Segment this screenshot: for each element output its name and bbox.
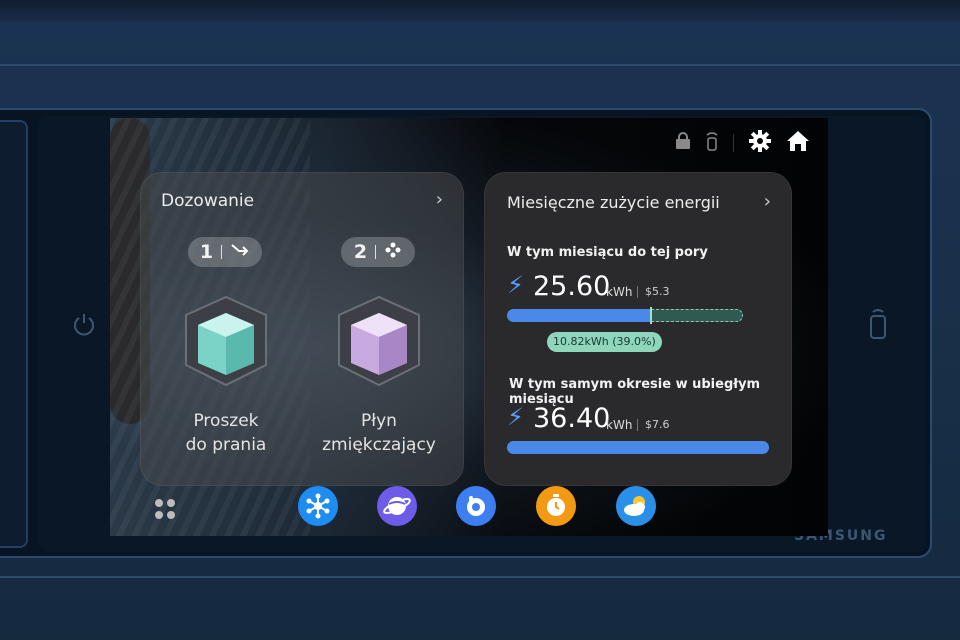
current-energy-unit: kWh bbox=[606, 285, 633, 299]
detergent-cube-icon[interactable] bbox=[178, 293, 274, 389]
bixby-icon[interactable] bbox=[456, 486, 496, 526]
appliance-top-edge bbox=[0, 0, 960, 23]
dosing-card-title: Dozowanie bbox=[161, 191, 255, 211]
weather-icon[interactable] bbox=[616, 486, 656, 526]
remaining-usage-segment bbox=[651, 309, 743, 322]
previous-usage-bar bbox=[507, 441, 769, 454]
status-bar bbox=[675, 130, 828, 156]
softener-cube-icon[interactable] bbox=[331, 293, 427, 389]
status-separator bbox=[733, 134, 734, 152]
current-cost: $5.3 bbox=[645, 285, 670, 298]
power-icon[interactable] bbox=[70, 310, 98, 338]
usage-marker bbox=[650, 307, 652, 324]
chevron-right-icon[interactable]: › bbox=[764, 191, 771, 212]
slot-number: 2 bbox=[353, 241, 368, 263]
previous-usage-fill bbox=[507, 441, 769, 454]
remote-control-icon bbox=[705, 131, 719, 155]
dosing-card[interactable]: Dozowanie › 1 2 Proszek do prania Płyn z… bbox=[140, 172, 464, 486]
current-usage-fill bbox=[507, 309, 651, 322]
slot-2-badge: 2 bbox=[341, 237, 415, 267]
remote-control-icon bbox=[866, 306, 890, 342]
lightning-icon: ⚡ bbox=[507, 271, 524, 299]
lightning-icon: ⚡ bbox=[507, 403, 524, 431]
touch-screen: Dozowanie › 1 2 Proszek do prania Płyn z… bbox=[110, 118, 828, 536]
alarm-clock-icon[interactable] bbox=[536, 486, 576, 526]
left-side-button[interactable] bbox=[0, 120, 28, 548]
slot-1-badge: 1 bbox=[188, 237, 262, 267]
current-usage-bar bbox=[507, 307, 743, 324]
previous-energy-unit: kWh bbox=[606, 418, 633, 432]
app-dock bbox=[110, 480, 828, 536]
flower-softener-icon bbox=[384, 241, 402, 264]
lock-icon bbox=[675, 132, 691, 154]
previous-energy-value: 36.40 bbox=[533, 403, 611, 434]
current-period-label: W tym miesiącu do tej pory bbox=[507, 245, 708, 260]
arrow-detergent-icon bbox=[230, 241, 250, 263]
home-icon[interactable] bbox=[786, 129, 810, 157]
difference-bubble: 10.82kWh (39.0%) bbox=[547, 332, 662, 352]
slot-1-label: Proszek do prania bbox=[185, 411, 267, 455]
smartthings-icon[interactable] bbox=[298, 486, 338, 526]
apps-menu-icon[interactable] bbox=[154, 498, 176, 524]
energy-card-title: Miesięczne zużycie energii bbox=[507, 193, 720, 212]
slot-number: 1 bbox=[199, 241, 214, 263]
slot-2-label: Płyn zmiękczający bbox=[322, 411, 436, 455]
body-ridge bbox=[0, 576, 960, 578]
internet-browser-icon[interactable] bbox=[377, 486, 417, 526]
previous-cost: $7.6 bbox=[645, 418, 670, 431]
chevron-right-icon[interactable]: › bbox=[436, 189, 443, 210]
energy-card[interactable]: Miesięczne zużycie energii › W tym miesi… bbox=[484, 172, 792, 486]
body-ridge bbox=[0, 64, 960, 66]
settings-icon[interactable] bbox=[748, 129, 772, 157]
current-energy-value: 25.60 bbox=[533, 271, 611, 302]
